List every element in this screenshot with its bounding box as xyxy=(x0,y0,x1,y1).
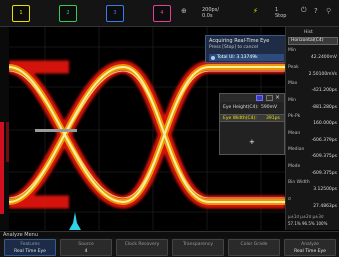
sigma-header: μ±1σ μ±2σ μ±3σ xyxy=(288,214,324,219)
eye-width-label: Eye Width(C4): xyxy=(223,116,257,121)
stat-value: -609.375ps xyxy=(311,170,337,176)
stat-label: Mode xyxy=(288,163,301,169)
power-icon[interactable]: ⏻ xyxy=(301,6,307,15)
analyze-title: Analyze xyxy=(301,242,319,247)
color-grade-title: Color Grade xyxy=(240,242,268,247)
stat-value: -609.375ps xyxy=(311,154,337,159)
pin-icon[interactable]: ⚲ xyxy=(326,7,331,15)
eye-height-value: 590mV xyxy=(261,105,278,110)
stat-value: 42.2400mV xyxy=(310,55,337,60)
trigger-icon[interactable]: ⚡ xyxy=(253,7,258,15)
channel-3-label: 3 xyxy=(113,10,117,16)
stat-value: 160.000ps xyxy=(313,121,337,126)
transparency-button[interactable]: Transparency xyxy=(172,239,224,256)
transparency-title: Transparency xyxy=(182,242,213,247)
run-state: Stop xyxy=(275,13,287,19)
trigger-readout[interactable]: 1 Stop xyxy=(275,7,286,19)
analyze-menu-bar: Features Real Time Eye Source 4 Clock Re… xyxy=(0,238,339,257)
eye-results-panel[interactable]: × Eye Height(C4): 590mV Eye Width(C4): 3… xyxy=(219,93,285,155)
analyze-button[interactable]: Analyze Real Time Eye xyxy=(284,239,336,256)
left-sidebar xyxy=(0,27,9,230)
stat-value: -881.280ps xyxy=(311,104,337,110)
eye-height-row: Eye Height(C4): 590mV xyxy=(223,105,277,110)
stat-label: σ xyxy=(288,196,291,202)
results-side-panel: Hist Horizontal(C4) Min 42.2400mV Peak 2.50… xyxy=(285,27,339,230)
channel-4-tab[interactable]: 4 xyxy=(153,5,171,22)
stat-label: Min xyxy=(288,48,296,53)
help-icon[interactable]: ? xyxy=(314,7,318,15)
eye-width-row: Eye Width(C4): 391ps xyxy=(223,116,280,121)
stat-label: Min xyxy=(288,97,296,103)
eye-width-marker xyxy=(35,129,77,132)
results-toggle-button[interactable] xyxy=(256,95,263,101)
color-grade-button[interactable]: Color Grade xyxy=(228,239,280,256)
clock-recovery-button[interactable]: Clock Recovery xyxy=(116,239,168,256)
stat-label: Pk-Pk xyxy=(288,114,301,119)
stat-value: 27.4863ps xyxy=(313,203,337,209)
acquiring-title: Acquiring Real-Time Eye xyxy=(209,38,270,44)
histogram xyxy=(69,212,81,230)
acquiring-popup[interactable]: Acquiring Real-Time Eye Press [Stop] to … xyxy=(205,35,287,63)
total-ui-readout: Total UI: 3.13749k xyxy=(209,54,284,61)
panel-tabs: Hist xyxy=(286,29,339,36)
channel-4-label: 4 xyxy=(160,10,164,16)
sigma-values: 57.1% 96.5% 100% xyxy=(288,221,328,226)
timebase-readout[interactable]: 200ps/ 0.0s xyxy=(202,7,219,19)
clock-recovery-title: Clock Recovery xyxy=(124,242,160,247)
eye-width-value: 391ps xyxy=(266,116,280,121)
channel-2-label: 2 xyxy=(66,10,70,16)
stat-value: -421.200ps xyxy=(311,88,337,93)
add-measurement-icon[interactable]: + xyxy=(249,138,255,146)
results-settings-button[interactable] xyxy=(266,95,273,101)
timebase-delay: 0.0s xyxy=(202,13,213,19)
stat-value: 2.50100mVs xyxy=(308,71,337,77)
analyze-menu-title-bar: Analyze Menu xyxy=(0,231,339,238)
channel-1-tab[interactable]: 1 xyxy=(12,5,30,22)
analyze-value: Real Time Eye xyxy=(294,249,326,254)
stat-label: Bin Width xyxy=(288,180,310,185)
features-value: Real Time Eye xyxy=(14,249,46,254)
source-value: 4 xyxy=(84,249,88,254)
math-icon[interactable]: ⊕ xyxy=(181,7,187,15)
histogram-source-select[interactable]: Horizontal(C4) xyxy=(288,37,338,45)
eye-results-header: × xyxy=(220,94,284,102)
top-toolbar: 1 2 3 4 ⊕ 200ps/ 0.0s ⚡ 1 Stop ⏻ ? ⚲ xyxy=(0,0,339,27)
stat-label: Max xyxy=(288,81,298,86)
channel-marker[interactable] xyxy=(0,122,4,214)
stat-label: Mean xyxy=(288,130,301,136)
features-button[interactable]: Features Real Time Eye xyxy=(4,239,56,256)
channel-1-label: 1 xyxy=(19,10,23,16)
tab-hist[interactable]: Hist xyxy=(302,29,313,36)
stat-label: Median xyxy=(288,147,305,152)
channel-2-tab[interactable]: 2 xyxy=(59,5,77,22)
source-title: Source xyxy=(78,242,94,247)
stat-value: 3.12500ps xyxy=(313,187,337,192)
stat-value: -606.379ps xyxy=(311,137,337,143)
stat-label: Peak xyxy=(288,64,299,70)
source-button[interactable]: Source 4 xyxy=(60,239,112,256)
close-icon[interactable]: × xyxy=(275,94,280,101)
features-title: Features xyxy=(20,242,40,247)
acquiring-subtitle: Press [Stop] to cancel xyxy=(209,45,258,50)
eye-height-label: Eye Height(C4): xyxy=(223,105,259,110)
channel-3-tab[interactable]: 3 xyxy=(106,5,124,22)
